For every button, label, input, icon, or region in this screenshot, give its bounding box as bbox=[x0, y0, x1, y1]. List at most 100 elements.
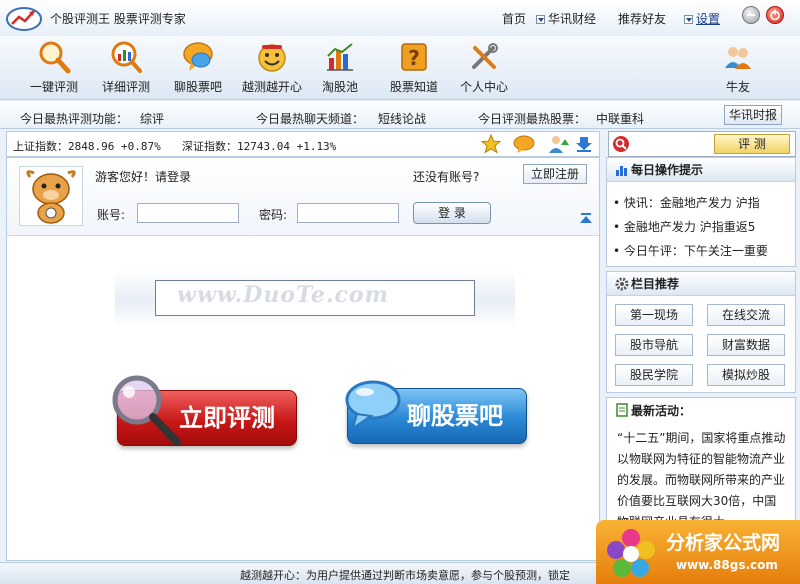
bull-mascot-icon bbox=[26, 170, 76, 224]
close-button[interactable] bbox=[766, 6, 784, 24]
question-box-icon: ? bbox=[401, 43, 427, 71]
tip-item[interactable]: • 快讯：金融地产发力 沪指 bbox=[613, 194, 760, 211]
hot-chat-label: 今日最热聊天频道： bbox=[256, 112, 365, 126]
smiley-icon bbox=[258, 44, 286, 72]
toolbar-quick-eval[interactable]: 一键评测 bbox=[22, 38, 86, 98]
column-investor-school[interactable]: 股民学院 bbox=[615, 364, 693, 386]
watermark-text: www.DuoTe.com bbox=[177, 282, 389, 308]
dropdown-icon bbox=[684, 15, 693, 24]
sz-index-label: 深证指数： bbox=[181, 140, 237, 153]
tip-item[interactable]: • 今日午评：下午关注一重要 bbox=[613, 242, 768, 259]
nav-home[interactable]: 首页 bbox=[502, 10, 526, 27]
toolbar-chat[interactable]: 聊股票吧 bbox=[166, 38, 230, 98]
collapse-up-icon[interactable] bbox=[579, 212, 593, 226]
column-online-chat[interactable]: 在线交流 bbox=[707, 304, 785, 326]
document-icon bbox=[616, 403, 628, 417]
register-button[interactable]: 立即注册 bbox=[523, 164, 587, 184]
star-icon[interactable] bbox=[481, 134, 501, 154]
column-market-nav[interactable]: 股市导航 bbox=[615, 334, 693, 356]
main-panel: 游客您好！请登录 还没有账号? 立即注册 账号: 密码: 登 录 www.Duo… bbox=[6, 157, 600, 561]
minimize-icon bbox=[747, 14, 755, 16]
site-badge: 分析家公式网 www.88gs.com bbox=[596, 520, 800, 584]
magnifier-icon bbox=[112, 375, 181, 446]
hot-stock-value[interactable]: 中联重科 bbox=[596, 110, 644, 127]
badge-url: www.88gs.com bbox=[676, 558, 778, 572]
svg-text:?: ? bbox=[408, 46, 420, 70]
nav-news-label: 华讯财经 bbox=[548, 12, 597, 26]
daily-tips-panel: 每日操作提示 • 快讯：金融地产发力 沪指 • 金融地产发力 沪指重返5 • 今… bbox=[606, 157, 796, 267]
hot-chat-value[interactable]: 短线论战 bbox=[378, 110, 426, 127]
chat-bubble-icon bbox=[183, 42, 213, 71]
tip-text: 金融地产发力 沪指重返5 bbox=[623, 220, 756, 234]
login-button[interactable]: 登 录 bbox=[413, 202, 491, 224]
toolbar-friends[interactable]: 牛友 bbox=[706, 38, 770, 98]
avatar bbox=[19, 166, 83, 226]
toolbar-label: 聊股票吧 bbox=[173, 80, 222, 94]
main-toolbar: 一键评测 详细评测 聊股票吧 越测越开心 淘股池 ? 股票知道 个人中心 牛友 bbox=[0, 36, 800, 100]
users-icon bbox=[725, 47, 751, 69]
index-bar: 上证指数：2848.96 +0.87% 深证指数：12743.04 +1.13% bbox=[6, 131, 600, 157]
activity-text: “十二五”期间，国家将重点推动以物联网为特征的智能物流产业的发展。而物联网所带来… bbox=[617, 431, 786, 529]
account-label: 账号: bbox=[97, 208, 126, 222]
tools-icon bbox=[472, 43, 498, 69]
nav-recommend[interactable]: 推荐好友 bbox=[618, 10, 666, 27]
badge-title: 分析家公式网 bbox=[666, 532, 781, 554]
search-icon bbox=[613, 136, 629, 152]
bar-chart-icon bbox=[327, 43, 353, 71]
password-input[interactable] bbox=[297, 203, 399, 223]
daily-tips-title: 每日操作提示 bbox=[607, 158, 795, 182]
toolbar-label: 一键评测 bbox=[29, 80, 78, 94]
nav-settings-label: 设置 bbox=[696, 12, 721, 26]
chat-icon[interactable] bbox=[513, 134, 535, 154]
toolbar-label: 个人中心 bbox=[459, 80, 508, 94]
tip-item[interactable]: • 金融地产发力 沪指重返5 bbox=[613, 218, 755, 235]
columns-panel: 栏目推荐 第一现场 在线交流 股市导航 财富数据 股民学院 模拟炒股 bbox=[606, 271, 796, 393]
dropdown-icon bbox=[536, 15, 545, 24]
index-text: 上证指数：2848.96 +0.87% 深证指数：12743.04 +1.13% bbox=[13, 138, 336, 154]
tip-text: 今日午评：下午关注一重要 bbox=[623, 244, 768, 258]
hot-eval-value[interactable]: 综评 bbox=[140, 110, 164, 127]
news-times-button[interactable]: 华讯时报 bbox=[724, 105, 782, 125]
toolbar-label: 详细评测 bbox=[101, 80, 150, 94]
columns-title: 栏目推荐 bbox=[607, 272, 795, 296]
title-bar: 个股评测王 股票评测专家 首页 华讯财经 推荐好友 设置 bbox=[0, 0, 800, 36]
toolbar-happy[interactable]: 越测越开心 bbox=[236, 38, 308, 98]
login-box: 游客您好！请登录 还没有账号? 立即注册 账号: 密码: 登 录 bbox=[7, 158, 599, 236]
sidebar-evaluate-button[interactable]: 评 测 bbox=[714, 134, 790, 154]
toolbar-label: 牛友 bbox=[725, 80, 750, 94]
sh-index-value: 2848.96 +0.87% bbox=[68, 140, 161, 153]
download-icon[interactable] bbox=[575, 135, 593, 153]
flower-logo-icon bbox=[607, 529, 655, 577]
nav-news[interactable]: 华讯财经 bbox=[536, 10, 596, 27]
gear-icon bbox=[615, 277, 629, 291]
toolbar-label: 越测越开心 bbox=[241, 80, 302, 94]
user-up-icon[interactable] bbox=[547, 133, 569, 155]
toolbar-personal-center[interactable]: 个人中心 bbox=[452, 38, 516, 98]
guest-greeting: 游客您好！请登录 bbox=[95, 170, 192, 184]
chart-magnifier-icon bbox=[111, 41, 142, 73]
speech-bubble-icon bbox=[345, 380, 401, 431]
nav-settings[interactable]: 设置 bbox=[684, 10, 720, 27]
bar-chart-icon bbox=[616, 166, 627, 176]
status-text: 越测越开心：为用户提供通过判断市场卖意愿，参与个股预测，锁定 bbox=[240, 569, 570, 582]
power-icon bbox=[770, 9, 780, 21]
column-wealth-data[interactable]: 财富数据 bbox=[707, 334, 785, 356]
sh-index-label: 上证指数： bbox=[13, 140, 68, 153]
tip-text: 快讯：金融地产发力 沪指 bbox=[623, 196, 760, 210]
activity-title: 最新活动： bbox=[631, 404, 692, 418]
hot-info-bar: 今日最热评测功能： 综评 今日最热聊天频道： 短线论战 今日评测最热股票： 中联… bbox=[0, 101, 800, 129]
magnifier-icon bbox=[39, 41, 71, 74]
minimize-button[interactable] bbox=[742, 6, 760, 24]
app-title: 个股评测王 股票评测专家 bbox=[50, 12, 186, 26]
hot-eval-label: 今日最热评测功能： bbox=[20, 112, 129, 126]
toolbar-stock-know[interactable]: ? 股票知道 bbox=[382, 38, 446, 98]
hot-stock-label: 今日评测最热股票： bbox=[478, 112, 587, 126]
toolbar-stock-pool[interactable]: 淘股池 bbox=[308, 38, 372, 98]
column-sim-trading[interactable]: 模拟炒股 bbox=[707, 364, 785, 386]
no-account-text: 还没有账号? bbox=[413, 170, 480, 184]
account-input[interactable] bbox=[137, 203, 239, 223]
column-first-scene[interactable]: 第一现场 bbox=[615, 304, 693, 326]
sz-index-value: 12743.04 +1.13% bbox=[236, 140, 337, 153]
toolbar-detail-eval[interactable]: 详细评测 bbox=[94, 38, 158, 98]
password-label: 密码: bbox=[259, 208, 288, 222]
